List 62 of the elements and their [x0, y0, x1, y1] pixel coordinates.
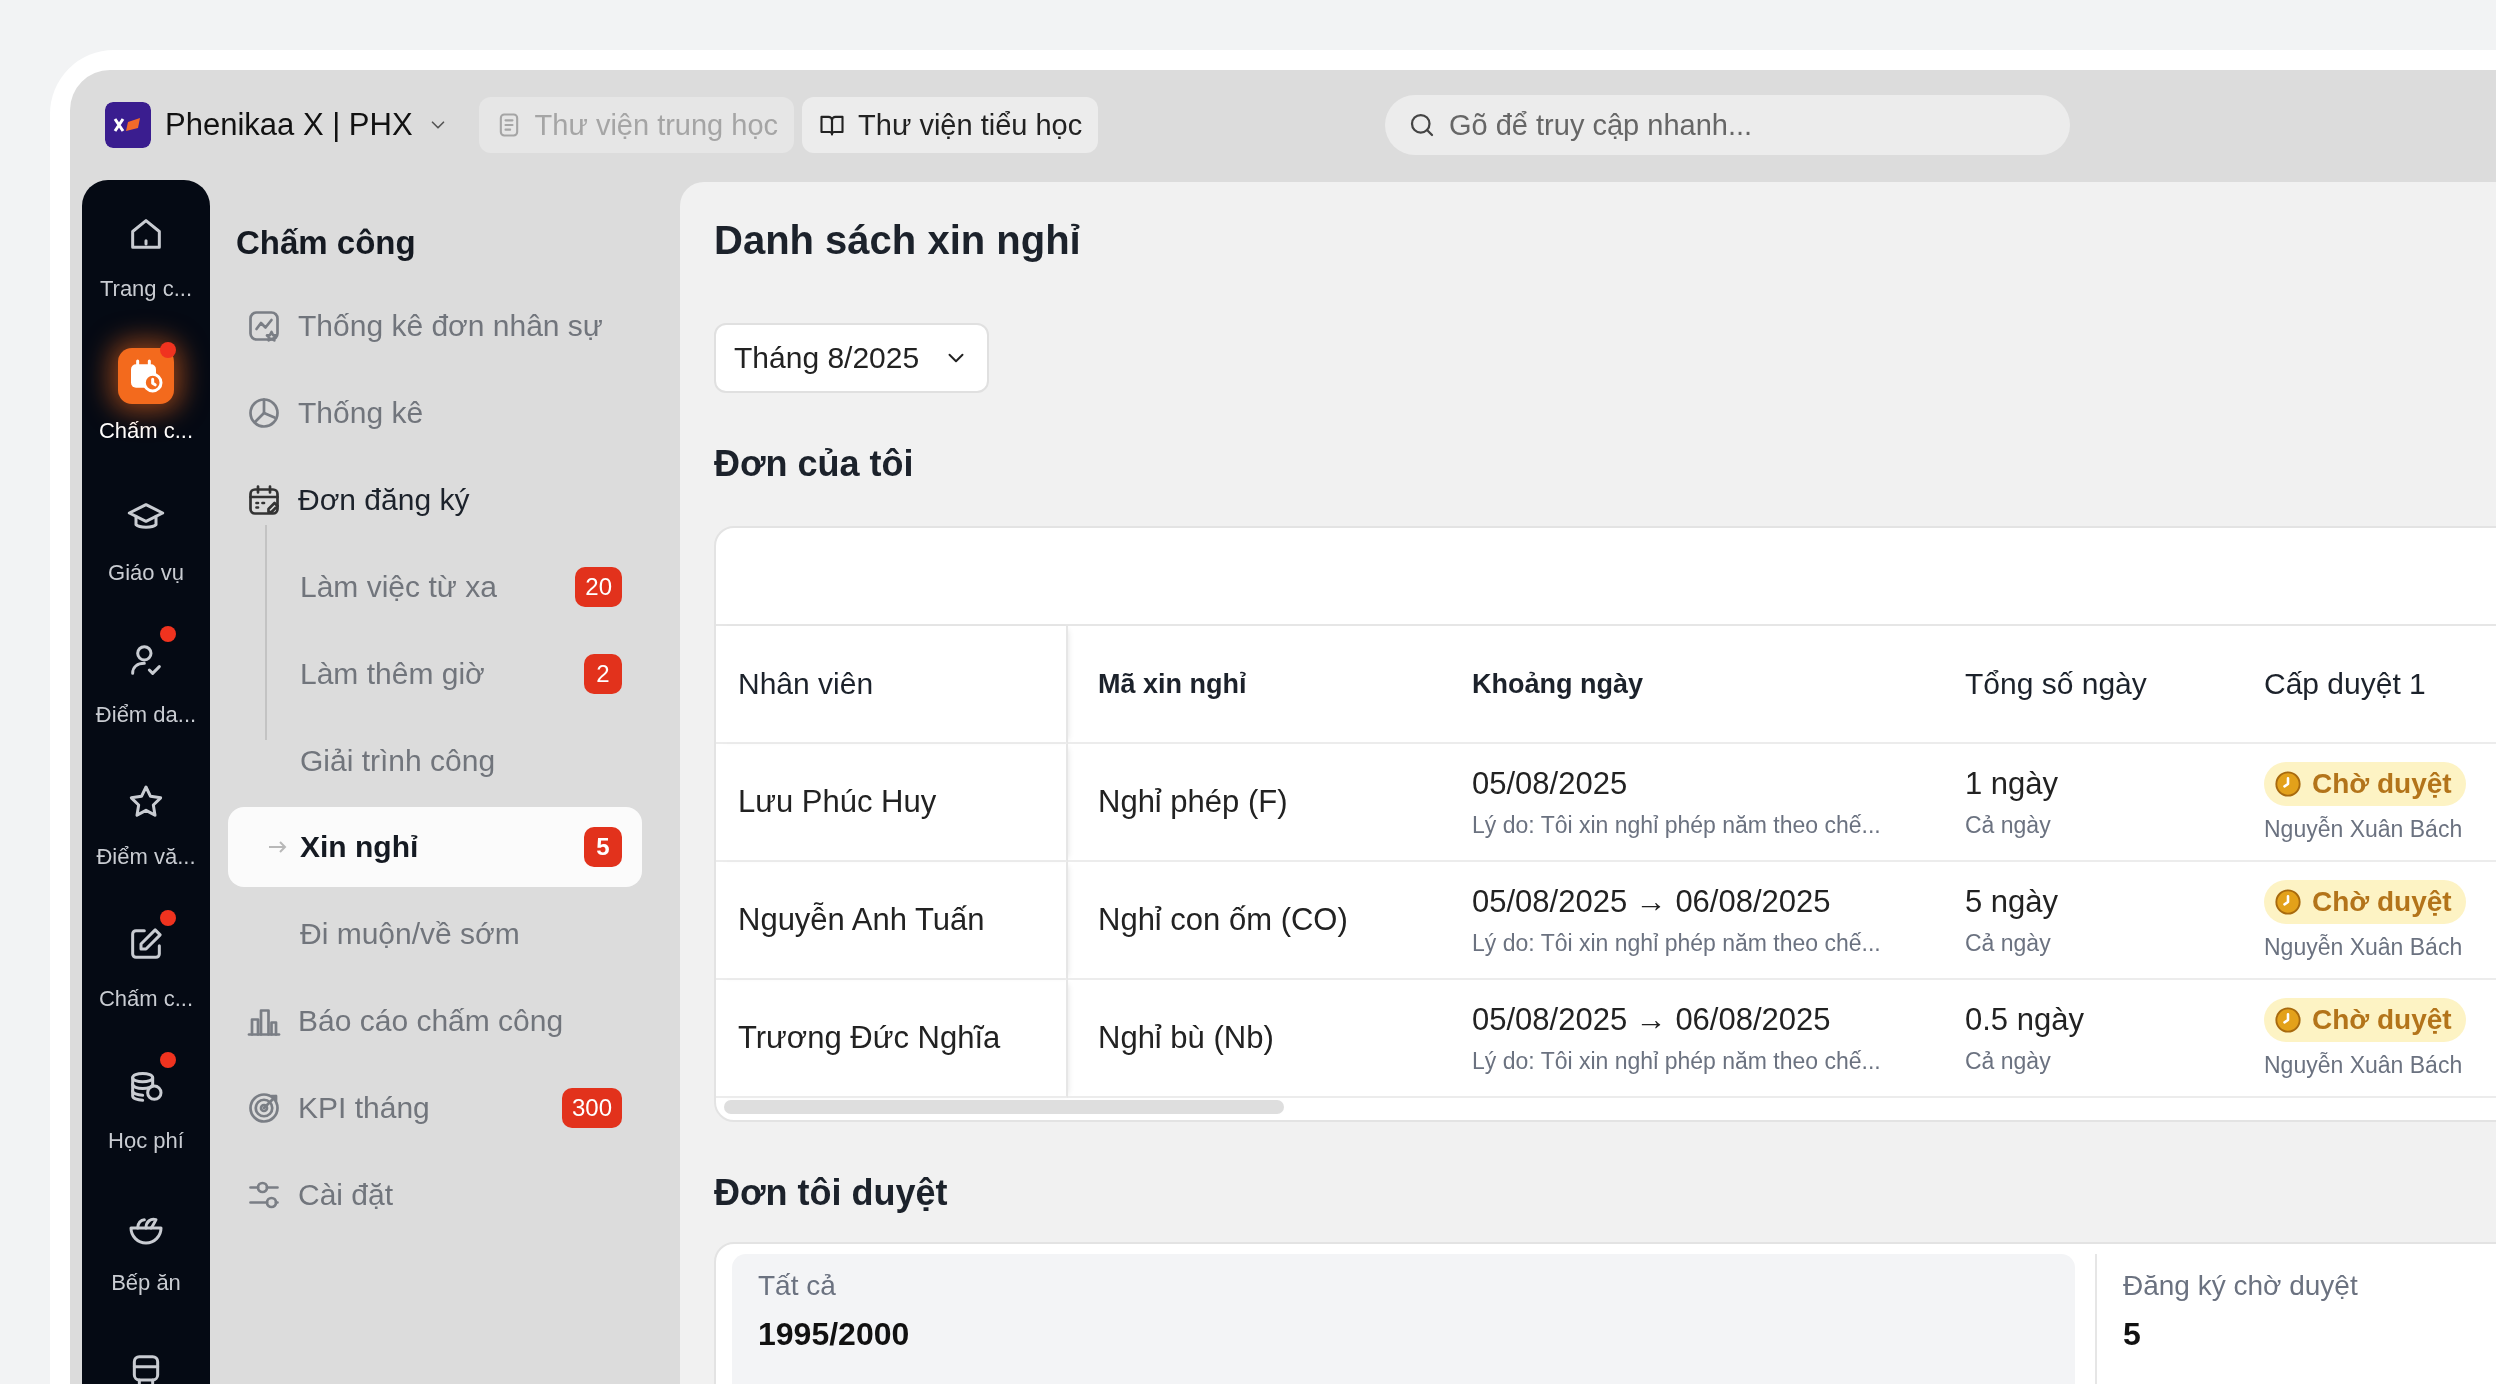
reason-text: Lý do: Tôi xin nghỉ phép năm theo chế... [1472, 811, 1882, 839]
reason-text: Lý do: Tôi xin nghỉ phép năm theo chế... [1472, 1047, 1882, 1075]
section-title: Đơn của tôi [714, 443, 915, 486]
table-cell: Nghỉ bù (Nb) [1068, 980, 1442, 1098]
approver-name: Nguyễn Xuân Bách [2264, 1051, 2464, 1079]
rail-item[interactable]: Học phí [82, 1046, 210, 1188]
count-badge: 2 [584, 653, 622, 694]
date-range: 05/08/2025 → 06/08/2025 [1472, 883, 1832, 920]
table-cell: Nghỉ con ốm (CO) [1068, 862, 1442, 980]
count-badge: 300 [561, 1087, 622, 1128]
logo-icon [105, 102, 151, 148]
rail-item[interactable]: Điểm vă... [82, 762, 210, 904]
total-days: 0.5 ngày [1965, 1001, 2234, 1038]
reason-text: Lý do: Tôi xin nghỉ phép năm theo chế... [1472, 929, 1882, 957]
page-title: Danh sách xin nghỉ [714, 217, 1082, 264]
day-part: Cả ngày [1965, 929, 2052, 957]
sidebar-subitem[interactable]: Làm việc từ xa 20 [228, 543, 642, 630]
rail-item[interactable]: Bếp ăn [82, 1188, 210, 1330]
date-range: 05/08/2025 [1472, 765, 1629, 802]
month-dropdown[interactable]: Tháng 8/2025 [714, 323, 990, 393]
stat-tab[interactable]: Đăng ký chờ duyệt 5 [2095, 1254, 2495, 1384]
scrollbar-thumb[interactable] [724, 1100, 1284, 1114]
library-tab[interactable]: Thư viện tiểu học [802, 97, 1099, 153]
status-badge: Chờ duyệt [2264, 879, 2466, 924]
clock-icon [2274, 769, 2302, 798]
approver-name: Nguyễn Xuân Bách [2264, 815, 2464, 843]
tree-arrow-icon [268, 840, 288, 854]
clock-icon [2274, 1005, 2302, 1034]
table-cell: Nguyễn Anh Tuấn [716, 862, 1068, 980]
column-header: Nhân viên [716, 626, 1068, 744]
approver-name: Nguyễn Xuân Bách [2264, 933, 2464, 961]
section-title: Chấm công [236, 223, 417, 263]
rail-item[interactable]: Giáo vụ [82, 478, 210, 620]
stat-tab[interactable]: Tất cả 1995/2000 [732, 1254, 2075, 1384]
rail-item[interactable]: Điểm da... [82, 620, 210, 762]
workspace-switcher[interactable]: Phenikaa X | PHX [105, 102, 449, 148]
sidebar-subitem[interactable]: Xin nghỉ 5 [228, 807, 642, 887]
sidebar-item[interactable]: KPI tháng 300 [228, 1064, 642, 1151]
rail-item[interactable]: Chấm c... [82, 336, 210, 478]
sidebar-item[interactable]: Đơn đăng ký [228, 456, 642, 543]
status-badge: Chờ duyệt [2264, 997, 2466, 1042]
column-header: Tổng số ngày [1935, 626, 2234, 744]
rail-item[interactable]: Chấm c... [82, 904, 210, 1046]
total-days: 1 ngày [1965, 765, 2234, 802]
section-title: Đơn tôi duyệt [714, 1172, 949, 1215]
day-part: Cả ngày [1965, 811, 2052, 839]
count-badge: 5 [584, 827, 622, 867]
sidebar-subitem[interactable]: Làm thêm giờ 2 [228, 630, 642, 717]
rail-item[interactable]: Trang c... [82, 194, 210, 336]
total-days: 5 ngày [1965, 883, 2234, 920]
day-part: Cả ngày [1965, 1047, 2052, 1075]
column-header: Mã xin nghỉ [1068, 626, 1442, 744]
search-field[interactable]: Gõ để truy cập nhanh... [1385, 95, 2070, 155]
table-cell: Lưu Phúc Huy [716, 744, 1068, 862]
column-header: Cấp duyệt 1 [2234, 626, 2496, 744]
count-badge: 20 [575, 566, 622, 607]
table-cell: Trương Đức Nghĩa [716, 980, 1068, 1098]
date-range: 05/08/2025 → 06/08/2025 [1472, 1001, 1832, 1038]
table-cell: Nghỉ phép (F) [1068, 744, 1442, 862]
column-header: Khoảng ngày [1442, 626, 1935, 744]
clock-icon [2274, 887, 2302, 916]
status-badge: Chờ duyệt [2264, 761, 2466, 806]
